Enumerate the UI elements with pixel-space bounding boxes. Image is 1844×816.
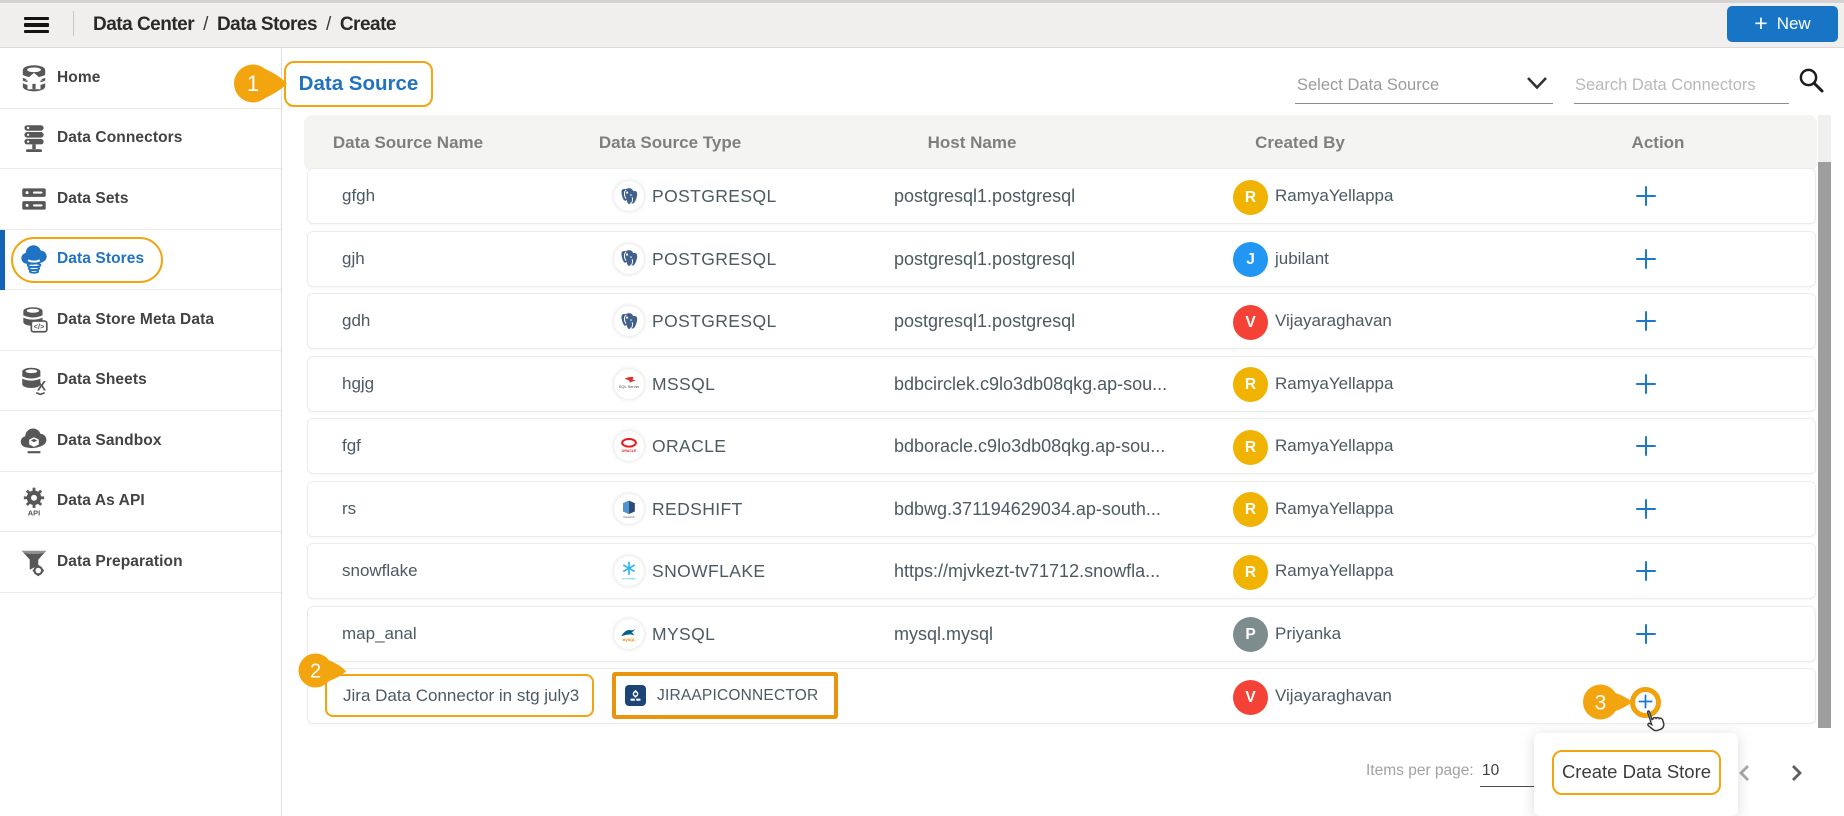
svg-text:2: 2 bbox=[310, 661, 321, 683]
svg-text:MySQL: MySQL bbox=[622, 637, 636, 641]
svg-text:</>: </> bbox=[34, 322, 45, 331]
svg-text:SQL Server: SQL Server bbox=[619, 384, 640, 389]
svg-text:snowflake: snowflake bbox=[622, 577, 636, 581]
svg-text:3: 3 bbox=[1595, 692, 1607, 715]
svg-text:API: API bbox=[28, 509, 40, 518]
svg-text:Redshift: Redshift bbox=[624, 514, 635, 518]
svg-text:ORACLE: ORACLE bbox=[622, 449, 637, 453]
svg-text:X: X bbox=[37, 378, 47, 394]
svg-text:1: 1 bbox=[247, 71, 259, 96]
